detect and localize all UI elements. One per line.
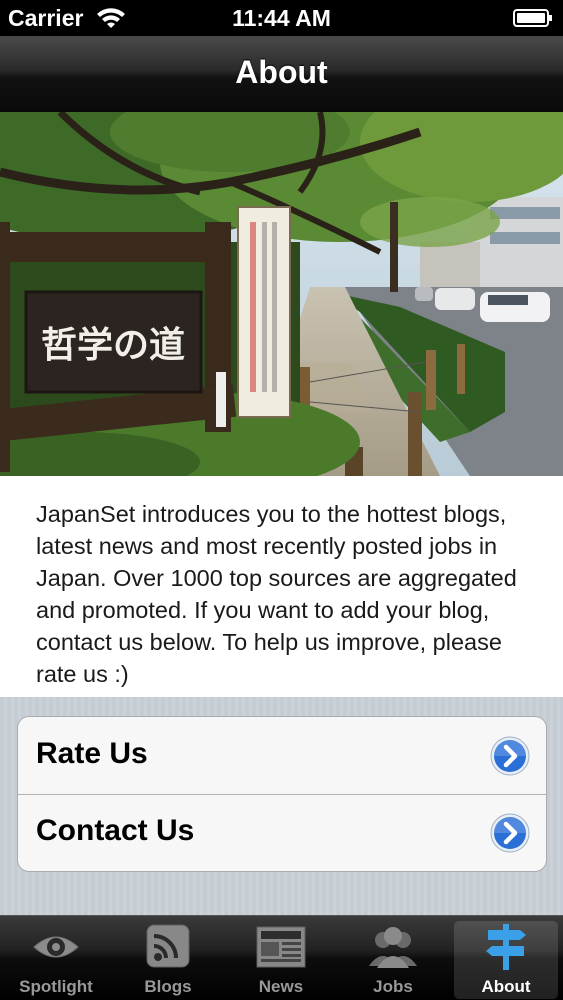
contact-us-cell[interactable]: Contact Us	[18, 794, 546, 871]
clock: 11:44 AM	[232, 5, 331, 31]
tab-about[interactable]: About	[450, 916, 562, 1000]
tab-label: About	[481, 977, 531, 996]
battery-icon	[513, 9, 552, 27]
tab-label: Jobs	[373, 977, 413, 996]
tab-spotlight[interactable]: Spotlight	[0, 916, 112, 1000]
people-icon	[369, 927, 417, 968]
tab-label: Blogs	[144, 977, 192, 996]
sign-calligraphy: 哲学の道	[41, 324, 185, 366]
signpost-icon	[486, 924, 526, 970]
about-description: JapanSet introduces you to the hottest b…	[36, 501, 517, 687]
disclosure-icon[interactable]	[490, 736, 530, 776]
page-title: About	[235, 54, 328, 90]
rate-us-label: Rate Us	[36, 737, 148, 770]
header-photo: 哲学の道	[0, 112, 563, 476]
tab-blogs[interactable]: Blogs	[112, 916, 224, 1000]
eye-icon	[33, 936, 79, 958]
app-screen: Carrier 11:44 AM About 哲学の道 JapanSet int…	[0, 0, 563, 1000]
rss-icon	[146, 924, 190, 968]
tab-jobs[interactable]: Jobs	[337, 916, 449, 1000]
contact-us-label: Contact Us	[36, 814, 195, 847]
tab-label: Spotlight	[19, 977, 93, 996]
disclosure-icon[interactable]	[490, 813, 530, 853]
tab-news[interactable]: News	[225, 916, 337, 1000]
newspaper-icon	[256, 926, 306, 968]
actions-table: Rate Us Contact Us	[17, 716, 547, 872]
tab-bar: Spotlight Blogs News Jobs About	[0, 915, 563, 1000]
tab-label: News	[258, 977, 304, 996]
status-bar: Carrier 11:44 AM	[0, 0, 563, 36]
rate-us-cell[interactable]: Rate Us	[18, 717, 546, 795]
navigation-bar: About	[0, 36, 563, 113]
